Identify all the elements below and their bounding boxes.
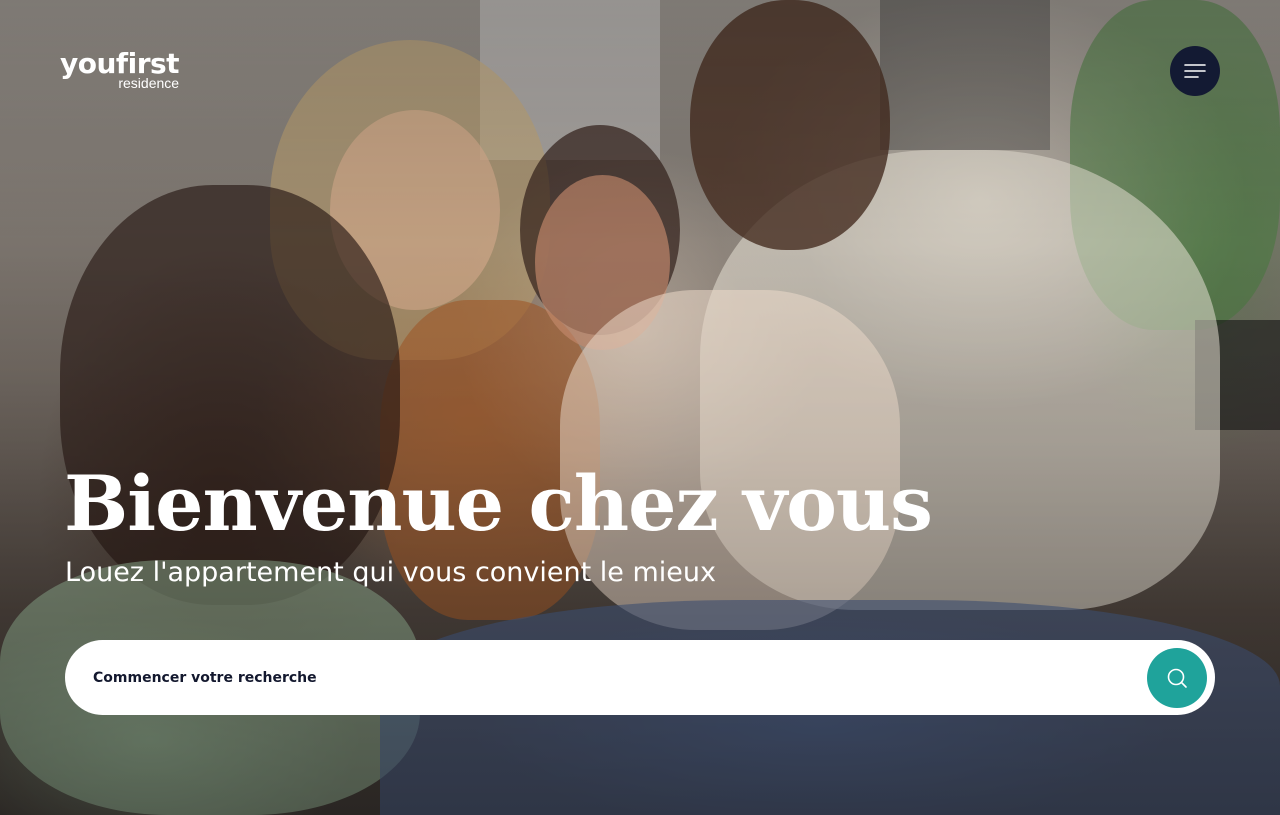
hero-section: youfirst residence Bienvenue chez vous L…: [0, 0, 1280, 815]
site-logo[interactable]: youfirst residence: [60, 47, 180, 91]
hero-subtitle: Louez l'appartement qui vous convient le…: [65, 557, 716, 588]
hero-title: Bienvenue chez vous: [64, 459, 933, 548]
search-bar: [65, 640, 1215, 715]
logo-wordmark: youfirst: [60, 47, 180, 80]
search-input[interactable]: [93, 657, 1147, 698]
hamburger-menu-icon: [1184, 64, 1206, 78]
menu-button[interactable]: [1170, 46, 1220, 96]
search-icon: [1167, 668, 1187, 688]
search-button[interactable]: [1147, 647, 1207, 708]
